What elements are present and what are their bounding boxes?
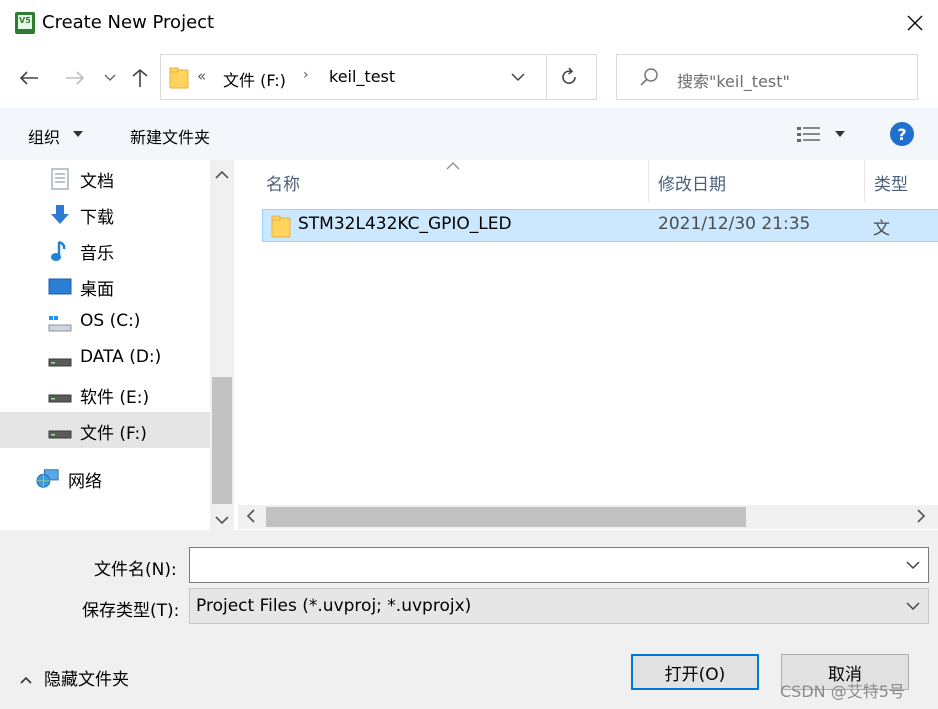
- chevron-down-icon: [104, 74, 116, 81]
- file-list: 名称 修改日期 类型 STM32L432KC_GPIO_LED 2021/12/…: [238, 160, 938, 505]
- search-box[interactable]: 搜索"keil_test": [616, 54, 918, 100]
- scroll-left-icon[interactable]: [246, 508, 256, 528]
- breadcrumb-separator[interactable]: ›: [303, 67, 309, 83]
- scroll-up-icon[interactable]: [215, 165, 229, 184]
- navigation-pane: 文档 下载 音乐 桌面 OS (C:) DATA (D:) 软件 (E:) 文件…: [0, 160, 234, 530]
- sidebar-item-documents[interactable]: 文档: [0, 160, 210, 196]
- folder-icon: [169, 67, 189, 93]
- search-icon: [639, 67, 659, 91]
- view-options-button[interactable]: [796, 124, 822, 148]
- refresh-icon: [562, 67, 576, 84]
- music-icon: [48, 239, 72, 263]
- drive-icon: [48, 419, 72, 443]
- download-icon: [48, 203, 72, 227]
- recent-locations-button[interactable]: [97, 60, 123, 96]
- os-drive-icon: [48, 311, 72, 335]
- sidebar-item-os-drive[interactable]: OS (C:): [0, 304, 210, 340]
- filename-field[interactable]: [189, 547, 929, 583]
- filename-input[interactable]: [194, 552, 894, 578]
- address-divider: [546, 55, 547, 99]
- scrollbar-thumb[interactable]: [212, 377, 232, 504]
- filetype-dropdown-button[interactable]: [906, 598, 920, 618]
- organize-caret-icon[interactable]: [72, 125, 84, 144]
- list-view-icon: [797, 127, 820, 142]
- search-placeholder: 搜索"keil_test": [677, 72, 790, 91]
- drive-icon: [48, 347, 72, 371]
- file-modified: 2021/12/30 21:35: [658, 214, 811, 234]
- sidebar-item-desktop[interactable]: 桌面: [0, 268, 210, 304]
- chevron-down-icon: [906, 602, 920, 611]
- sidebar-item-data-drive[interactable]: DATA (D:): [0, 340, 210, 376]
- folder-icon: [271, 214, 291, 242]
- chevron-down-icon: [511, 73, 525, 82]
- scrollbar-thumb[interactable]: [266, 507, 746, 527]
- file-row[interactable]: STM32L432KC_GPIO_LED 2021/12/30 21:35 文: [262, 209, 938, 242]
- filename-dropdown-button[interactable]: [906, 557, 920, 577]
- arrow-right-icon: [66, 71, 85, 85]
- new-folder-button[interactable]: 新建文件夹: [130, 124, 210, 148]
- sidebar-item-music[interactable]: 音乐: [0, 232, 210, 268]
- column-name[interactable]: 名称: [238, 160, 648, 202]
- arrow-left-icon: [19, 71, 38, 85]
- command-bar: 组织 新建文件夹: [0, 108, 938, 160]
- forward-button[interactable]: [62, 60, 88, 96]
- filename-label: 文件名(N):: [94, 560, 177, 580]
- network-icon: [36, 467, 60, 491]
- address-dropdown-button[interactable]: [511, 67, 525, 91]
- close-button[interactable]: [892, 0, 938, 46]
- svg-text:?: ?: [897, 125, 906, 144]
- file-list-horizontal-scrollbar[interactable]: [238, 505, 938, 529]
- close-icon: [907, 15, 923, 31]
- filetype-label: 保存类型(T):: [82, 601, 180, 621]
- breadcrumb-folder[interactable]: keil_test: [329, 67, 395, 86]
- column-type[interactable]: 类型: [865, 160, 938, 202]
- title-bar: Create New Project: [0, 0, 938, 46]
- column-modified[interactable]: 修改日期: [649, 160, 864, 202]
- open-button[interactable]: 打开(O): [631, 654, 759, 690]
- hide-folders-label: 隐藏文件夹: [44, 670, 129, 690]
- dialog-footer: 文件名(N): 保存类型(T): Project Files (*.uvproj…: [0, 530, 938, 709]
- breadcrumb-overflow[interactable]: «: [197, 67, 206, 85]
- help-button[interactable]: ?: [889, 121, 915, 151]
- back-button[interactable]: [16, 60, 42, 96]
- sidebar-item-downloads[interactable]: 下载: [0, 196, 210, 232]
- sidebar-item-files-drive[interactable]: 文件 (F:): [0, 412, 210, 448]
- chevron-down-icon: [906, 561, 920, 570]
- refresh-button[interactable]: [559, 66, 579, 92]
- navigation-bar: « 文件 (F:) › keil_test 搜索"keil_test": [0, 46, 938, 108]
- drive-icon: [48, 383, 72, 407]
- navigation-scrollbar[interactable]: [210, 160, 234, 530]
- document-icon: [48, 167, 72, 191]
- help-icon: ?: [890, 122, 914, 146]
- up-button[interactable]: [127, 60, 153, 96]
- file-type: 文: [873, 219, 890, 239]
- view-options-caret-icon[interactable]: [834, 125, 846, 144]
- arrow-up-icon: [132, 68, 148, 87]
- file-name: STM32L432KC_GPIO_LED: [298, 214, 512, 234]
- keil-app-icon: [15, 12, 35, 34]
- organize-menu[interactable]: 组织: [28, 124, 60, 148]
- breadcrumb-drive[interactable]: 文件 (F:): [223, 67, 286, 91]
- desktop-icon: [48, 275, 72, 299]
- csdn-watermark: CSDN @艾特5号: [780, 682, 905, 701]
- filetype-value: Project Files (*.uvproj; *.uvprojx): [196, 596, 472, 616]
- sidebar-item-software-drive[interactable]: 软件 (E:): [0, 376, 210, 412]
- window-title: Create New Project: [42, 12, 215, 33]
- sidebar-item-network[interactable]: 网络: [0, 460, 210, 496]
- scroll-right-icon[interactable]: [916, 508, 926, 528]
- address-bar[interactable]: « 文件 (F:) › keil_test: [160, 54, 597, 100]
- hide-folders-toggle[interactable]: 隐藏文件夹: [20, 665, 129, 690]
- filetype-select[interactable]: Project Files (*.uvproj; *.uvprojx): [189, 588, 929, 624]
- chevron-up-icon: [20, 670, 32, 690]
- scroll-down-icon[interactable]: [215, 510, 229, 529]
- column-header-row: 名称 修改日期 类型: [238, 160, 938, 202]
